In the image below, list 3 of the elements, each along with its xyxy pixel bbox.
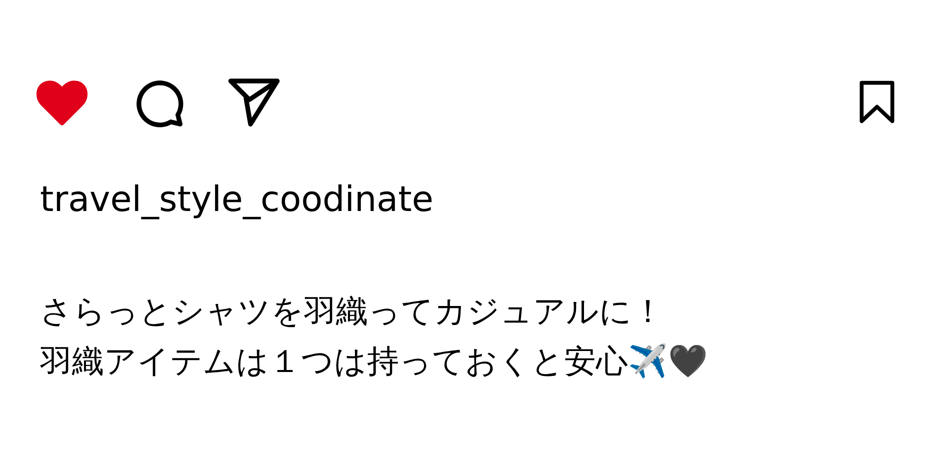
caption-text: 羽織アイテムは１つは持っておくと安心✈🖤 xyxy=(40,341,708,382)
username[interactable]: travel_style_coodinate xyxy=(40,180,434,220)
caption-text: さらっとシャツを羽織ってカジュアルに！ xyxy=(40,291,664,332)
